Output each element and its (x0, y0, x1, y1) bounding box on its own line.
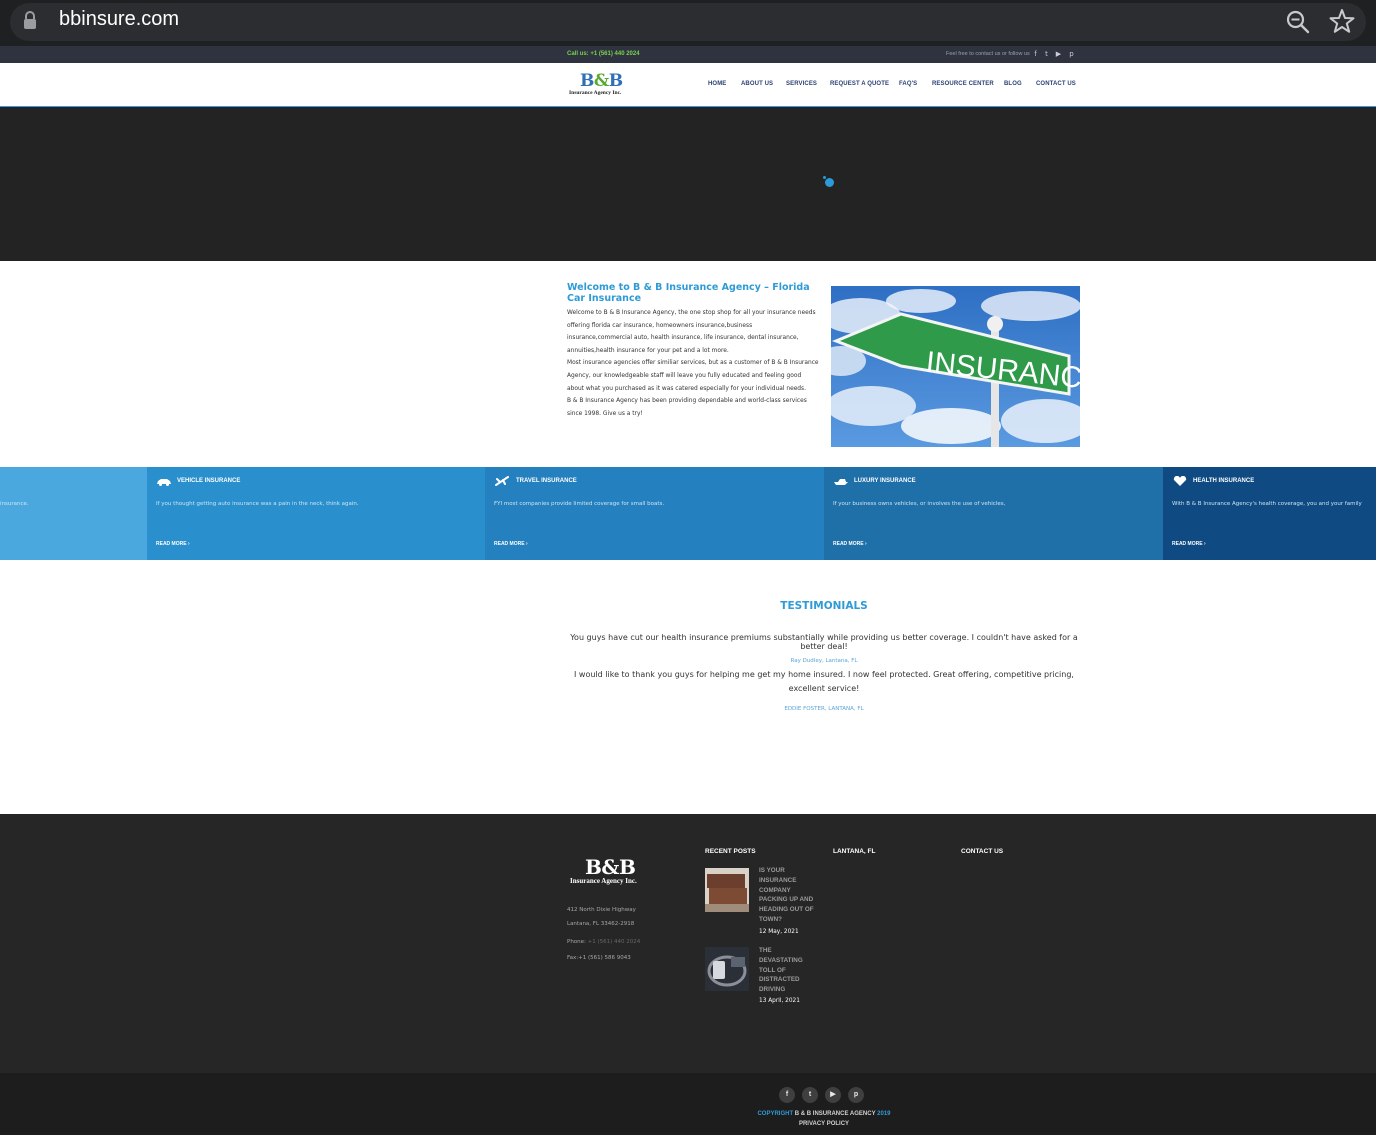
testimonial-author: Ray Dudley, Lantana, FL (790, 658, 858, 664)
footer-address-line: Lantana, FL 33462-2918 (567, 921, 635, 927)
nav-blog[interactable]: BLOG (1004, 81, 1022, 87)
nav-services[interactable]: SERVICES (786, 81, 817, 87)
read-more-link[interactable]: READ MORE › (494, 541, 528, 547)
twitter-icon[interactable]: t (802, 1087, 818, 1103)
logo-letter-b: B (608, 71, 623, 91)
nav-home[interactable]: HOME (708, 81, 726, 87)
testimonial-quote: You guys have cut our health insurance p… (570, 633, 1078, 651)
service-card-title: VEHICLE INSURANCE (177, 478, 241, 484)
service-card-vehicle[interactable]: VEHICLE INSURANCE If you thought getting… (147, 467, 485, 560)
insurance-sign-illustration: INSURANCE (831, 286, 1080, 447)
read-more-link[interactable]: READ MORE › (156, 541, 190, 547)
lantana-heading: LANTANA, FL (833, 848, 876, 855)
loading-spinner (825, 178, 834, 187)
service-card-travel[interactable]: TRAVEL INSURANCE FYI most companies prov… (485, 467, 824, 560)
logo-letter-b: B (580, 71, 594, 91)
welcome-paragraph: Welcome to B & B Insurance Agency, the o… (567, 310, 816, 354)
service-card-text: If you thought getting auto insurance wa… (156, 501, 359, 507)
service-card-text: With B & B Insurance Agency's health cov… (1172, 501, 1362, 507)
copyright-owner: B & B INSURANCE AGENCY (793, 1111, 878, 1117)
heart-icon (1173, 476, 1187, 486)
follow-us-text: Feel free to contact us or follow us (946, 51, 1030, 57)
post-title-link[interactable]: IS YOUR INSURANCE COMPANY PACKING UP AND… (759, 866, 817, 925)
call-us-text[interactable]: Call us: +1 (561) 440 2024 (567, 51, 640, 57)
post-thumbnail[interactable] (705, 947, 749, 991)
post-date: 13 April, 2021 (759, 998, 800, 1004)
contact-heading: CONTACT US (961, 848, 1004, 855)
service-card-luxury[interactable]: LUXURY INSURANCE If your business owns v… (824, 467, 1163, 560)
facebook-icon[interactable]: f (779, 1087, 795, 1103)
service-card-title: LUXURY INSURANCE (854, 478, 916, 484)
lock-icon (24, 11, 36, 29)
phone-label: Phone: (567, 939, 588, 945)
youtube-icon[interactable]: ▶ (1055, 50, 1062, 59)
service-card-text: insurance. (0, 501, 29, 507)
read-more-link[interactable]: READ MORE › (833, 541, 867, 547)
testimonial-quote: I would like to thank you guys for helpi… (574, 670, 1074, 693)
post-title-link[interactable]: THE DEVASTATING TOLL OF DISTRACTED DRIVI… (759, 946, 817, 995)
welcome-title: Welcome to B & B Insurance Agency – Flor… (567, 282, 810, 304)
copyright-text: COPYRIGHT B & B INSURANCE AGENCY 2019 (700, 1111, 948, 1117)
facebook-icon[interactable]: f (1032, 50, 1039, 59)
site-logo[interactable]: B&B (580, 71, 623, 91)
insurance-sign-image: INSURANCE (831, 286, 1080, 447)
footer-address-line: 412 North Dixie Highway (567, 907, 636, 913)
footer-logo-subtitle: Insurance Agency Inc. (570, 877, 637, 885)
copyright-label: COPYRIGHT (757, 1111, 794, 1117)
read-more-link[interactable]: READ MORE › (1172, 541, 1206, 547)
privacy-policy-link[interactable]: PRIVACY POLICY (700, 1121, 948, 1127)
footer-logo[interactable]: B&B (585, 855, 636, 879)
youtube-icon[interactable]: ▶ (825, 1087, 841, 1103)
phone-link[interactable]: +1 (561) 440 2024 (588, 939, 641, 945)
twitter-icon[interactable]: t (1043, 50, 1050, 59)
welcome-paragraph: B & B Insurance Agency has been providin… (567, 398, 807, 417)
hero-slider (0, 107, 1376, 261)
site-footer (0, 814, 1376, 1073)
copyright-year: 2019 (877, 1111, 891, 1117)
zoom-out-icon[interactable] (1285, 9, 1311, 35)
nav-faqs[interactable]: FAQ'S (899, 81, 917, 87)
service-card-text: If your business owns vehicles, or invol… (833, 501, 1006, 507)
site-header (0, 63, 1376, 108)
nav-contact-us[interactable]: CONTACT US (1036, 81, 1076, 87)
footer-bottom-bar (0, 1073, 1376, 1135)
nav-about-us[interactable]: ABOUT US (741, 81, 773, 87)
footer-fax: Fax:+1 (561) 586 9043 (567, 955, 631, 961)
logo-subtitle: Insurance Agency Inc. (569, 90, 622, 96)
footer-phone: Phone: +1 (561) 440 2024 (567, 939, 640, 945)
car-icon (157, 479, 171, 486)
service-card-title: TRAVEL INSURANCE (516, 478, 577, 484)
star-bookmark-icon[interactable] (1328, 7, 1356, 35)
top-contact-bar (0, 46, 1376, 63)
nav-resource-center[interactable]: RESOURCE CENTER (932, 81, 994, 87)
address-bar[interactable] (10, 3, 1366, 41)
pinterest-icon[interactable]: p (848, 1087, 864, 1103)
welcome-body: Welcome to B & B Insurance Agency, the o… (567, 307, 819, 420)
testimonials-title: TESTIMONIALS (780, 600, 868, 612)
yacht-icon (834, 479, 848, 485)
service-card-text: FYI most companies provide limited cover… (494, 501, 665, 507)
service-card-title: HEALTH INSURANCE (1193, 478, 1255, 484)
post-thumbnail[interactable] (705, 868, 749, 912)
welcome-paragraph: Most insurance agencies offer similiar s… (567, 360, 819, 392)
recent-posts-heading: RECENT POSTS (705, 848, 756, 855)
pinterest-icon[interactable]: p (1068, 50, 1075, 59)
testimonial-author: EDDIE FOSTER, LANTANA, FL (784, 706, 864, 712)
post-date: 12 May, 2021 (759, 929, 799, 935)
logo-ampersand: & (593, 71, 609, 91)
airplane-icon (495, 476, 509, 486)
nav-request-quote[interactable]: REQUEST A QUOTE (830, 81, 889, 87)
service-card-health[interactable]: HEALTH INSURANCE With B & B Insurance Ag… (1163, 467, 1376, 560)
loading-spinner-dot (823, 176, 826, 179)
service-card-partial[interactable]: insurance. (0, 467, 147, 560)
url-text[interactable]: bbinsure.com (59, 8, 179, 31)
